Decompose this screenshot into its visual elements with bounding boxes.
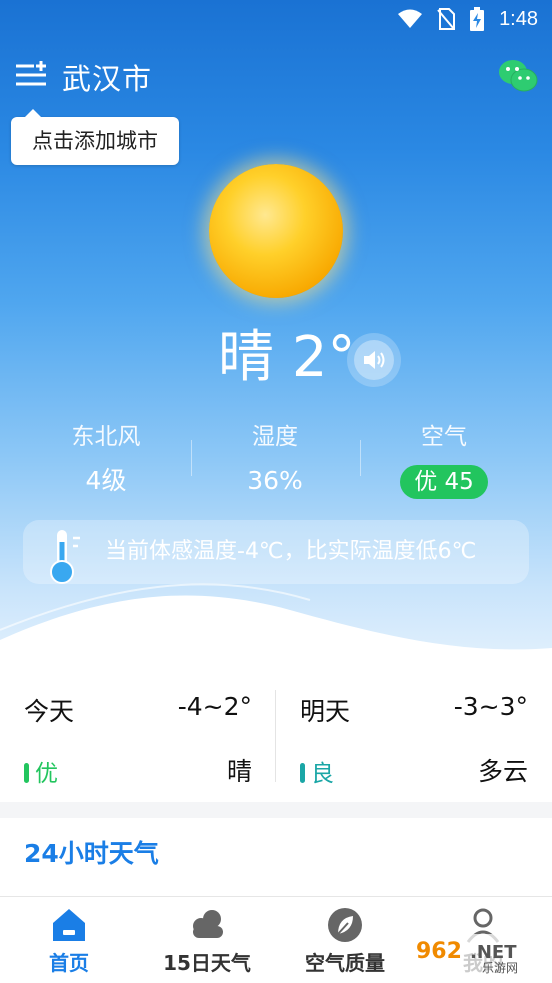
- wind-value: 4级: [85, 466, 127, 495]
- air-stat[interactable]: 空气 优 45: [369, 420, 519, 499]
- section-title: 24小时天气: [24, 839, 159, 868]
- city-name[interactable]: 武汉市: [62, 56, 152, 98]
- wind-stat: 东北风 4级: [31, 420, 181, 498]
- nav-air-quality-label: 空气质量: [305, 951, 385, 975]
- leaf-icon: [328, 908, 362, 942]
- city-menu-icon[interactable]: [14, 60, 48, 90]
- status-bar: 1:48: [0, 0, 552, 38]
- today-temp: -4~2°: [177, 692, 252, 721]
- today-condition: 晴: [226, 757, 252, 786]
- tomorrow-temp: -3~3°: [453, 692, 528, 721]
- add-city-tooltip[interactable]: 点击添加城市: [11, 109, 179, 165]
- nav-air-quality[interactable]: 空气质量: [276, 897, 414, 983]
- speaker-icon: [364, 351, 385, 369]
- site-watermark-logo: 962 .NET 乐游网: [408, 934, 544, 975]
- tomorrow-forecast[interactable]: 明天 -3~3° 良 多云: [276, 670, 552, 802]
- nav-home[interactable]: 首页: [0, 897, 138, 983]
- tomorrow-label: 明天: [300, 697, 351, 726]
- current-temperature: 2°: [291, 325, 356, 390]
- nav-15day[interactable]: 15日天气: [138, 897, 276, 983]
- condition-text: 晴: [218, 325, 274, 390]
- today-forecast[interactable]: 今天 -4~2° 优 晴: [0, 670, 276, 802]
- voice-broadcast-button[interactable]: [347, 333, 401, 387]
- tomorrow-aqi-label: 良: [311, 761, 334, 787]
- thermometer-icon: [50, 530, 80, 584]
- svg-text:.NET: .NET: [470, 942, 517, 963]
- sunny-weather-icon: [209, 164, 343, 298]
- aqi-indicator: [24, 763, 29, 783]
- battery-charging-icon: [470, 7, 485, 31]
- wechat-share-icon[interactable]: [498, 58, 538, 94]
- status-time: 1:48: [499, 7, 538, 30]
- current-condition: 晴 2°: [218, 323, 355, 393]
- feels-like-text: 当前体感温度-4℃，比实际温度低6℃: [105, 539, 477, 564]
- wind-label: 东北风: [71, 424, 141, 450]
- nav-home-label: 首页: [49, 951, 89, 975]
- svg-text:乐游网: 乐游网: [482, 961, 518, 975]
- tomorrow-aqi: 良: [300, 754, 334, 788]
- two-day-forecast: 今天 -4~2° 优 晴 明天 -3~3° 良 多云: [0, 670, 552, 802]
- tomorrow-condition: 多云: [477, 757, 528, 786]
- today-aqi: 优: [24, 754, 58, 788]
- today-aqi-label: 优: [35, 761, 58, 787]
- svg-text:962: 962: [416, 939, 462, 964]
- divider: [360, 440, 361, 476]
- air-label: 空气: [421, 424, 467, 450]
- feels-like-banner: 当前体感温度-4℃，比实际温度低6℃: [23, 520, 529, 584]
- wifi-icon: [398, 9, 423, 28]
- cloud-icon: [193, 910, 223, 938]
- humidity-value: 36%: [247, 466, 303, 495]
- hourly-weather-section: 24小时天气: [0, 818, 552, 898]
- home-icon: [53, 909, 85, 941]
- nav-15day-label: 15日天气: [163, 951, 251, 975]
- today-label: 今天: [24, 697, 75, 726]
- divider: [191, 440, 192, 476]
- humidity-label: 湿度: [252, 424, 298, 450]
- no-sim-icon: [437, 8, 456, 30]
- aqi-badge[interactable]: 优 45: [400, 465, 488, 499]
- humidity-stat: 湿度 36%: [200, 420, 350, 498]
- air-value-wrap: 优 45: [369, 464, 519, 499]
- aqi-indicator: [300, 763, 305, 783]
